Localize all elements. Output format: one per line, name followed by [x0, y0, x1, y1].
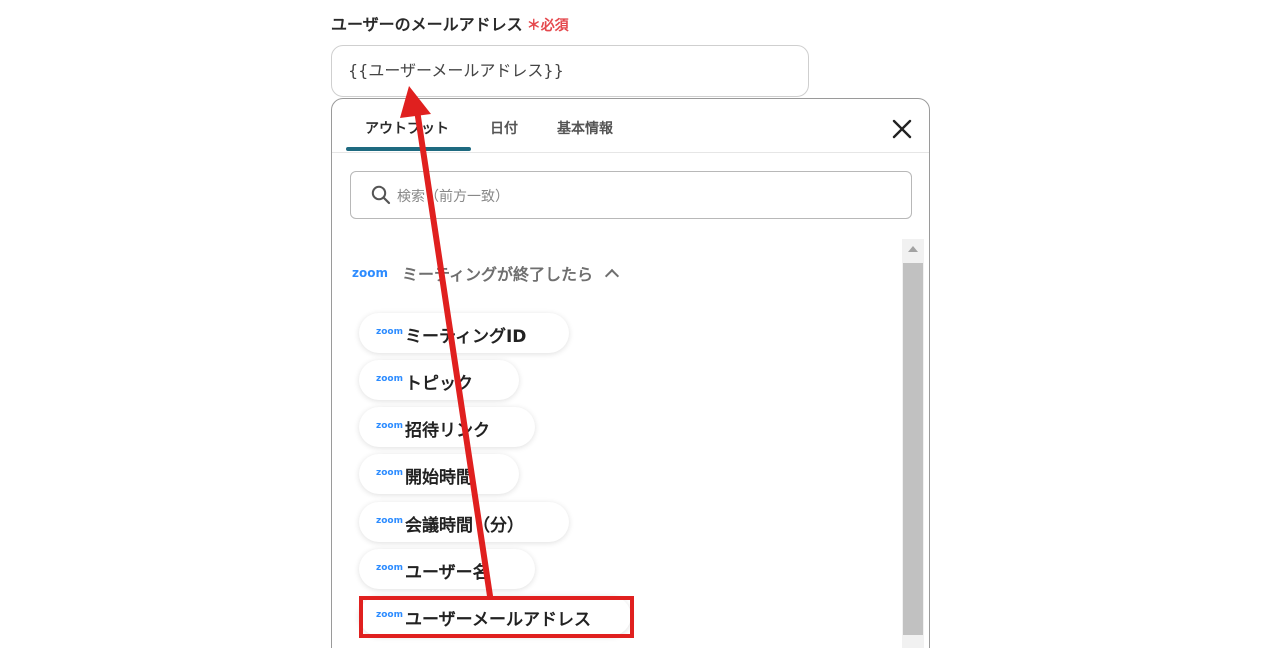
list-item-user-name[interactable]: zoom ユーザー名 [359, 549, 535, 589]
chevron-up-icon[interactable] [604, 268, 620, 284]
required-text: 必須 [540, 18, 569, 34]
required-indicator: ＊必須 [527, 18, 569, 34]
zoom-logo: zoom [376, 421, 403, 431]
list-item-label: 招待リンク [405, 421, 490, 441]
scrollbar[interactable] [902, 239, 924, 648]
variable-picker-panel: アウトプット 日付 基本情報 検索（前方一致） zoom ミーティングが終了した… [331, 98, 930, 648]
zoom-logo: zoom [376, 327, 403, 337]
group-title: ミーティングが終了したら [401, 265, 594, 284]
tab-output[interactable]: アウトプット [365, 118, 449, 138]
list-item-label: 開始時間 [405, 468, 473, 488]
zoom-logo: zoom [352, 266, 388, 280]
list-item-invite-link[interactable]: zoom 招待リンク [359, 407, 535, 447]
search-icon [371, 185, 391, 205]
search-placeholder: 検索（前方一致） [397, 189, 509, 205]
list-item-label: 会議時間（分） [405, 516, 524, 536]
active-tab-indicator [346, 147, 471, 151]
scrollbar-thumb[interactable] [903, 263, 923, 635]
zoom-logo: zoom [376, 516, 403, 526]
list-item-meeting-id[interactable]: zoom ミーティングID [359, 313, 569, 353]
email-field[interactable]: {{ユーザーメールアドレス}} [331, 45, 809, 97]
close-icon [892, 119, 912, 139]
zoom-logo: zoom [376, 468, 403, 478]
group-header-meeting-ended[interactable]: zoom ミーティングが終了したら [352, 261, 620, 285]
required-mark: ＊ [526, 18, 541, 34]
tab-bar: アウトプット 日付 基本情報 [332, 99, 929, 153]
close-button[interactable] [890, 117, 914, 141]
list-item-meeting-duration[interactable]: zoom 会議時間（分） [359, 502, 569, 542]
list-item-label: トピック [405, 374, 473, 394]
tab-date[interactable]: 日付 [490, 118, 518, 138]
list-item-topic[interactable]: zoom トピック [359, 360, 519, 400]
tab-basic-info[interactable]: 基本情報 [557, 118, 613, 138]
zoom-logo: zoom [376, 374, 403, 384]
field-label: ユーザーのメールアドレス ＊必須 [331, 11, 569, 35]
email-field-value: {{ユーザーメールアドレス}} [348, 61, 564, 80]
list-item-label: ミーティングID [405, 327, 527, 347]
list-item-start-time[interactable]: zoom 開始時間 [359, 454, 519, 494]
scroll-up-arrow-icon[interactable] [908, 246, 918, 252]
list-item-label: ユーザー名 [405, 563, 490, 583]
page: ユーザーのメールアドレス ＊必須 {{ユーザーメールアドレス}} アウトプット 日… [0, 0, 1270, 648]
annotation-highlight-box [359, 596, 634, 638]
search-input[interactable]: 検索（前方一致） [350, 171, 912, 219]
field-label-text: ユーザーのメールアドレス [331, 15, 523, 34]
zoom-logo: zoom [376, 563, 403, 573]
